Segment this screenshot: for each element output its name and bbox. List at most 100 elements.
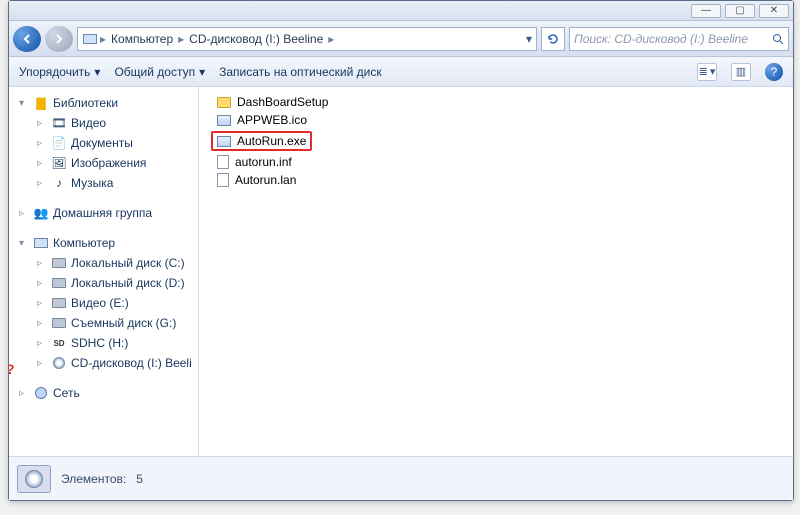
nav-label: Локальный диск (D:) bbox=[71, 276, 185, 290]
nav-homegroup[interactable]: ▹ 👥 Домашняя группа bbox=[9, 203, 198, 223]
search-input[interactable]: Поиск: CD-дисковод (I:) Beeline bbox=[569, 27, 789, 51]
expand-icon: ▹ bbox=[19, 388, 29, 399]
libraries-icon: ▇ bbox=[33, 95, 49, 111]
chevron-right-icon: ▸ bbox=[328, 32, 334, 46]
drive-icon bbox=[17, 465, 51, 493]
body: ▾ ▇ Библиотеки ▹ 🎞 Видео ▹ 📄 Документы ▹… bbox=[9, 87, 793, 456]
minimize-button[interactable]: — bbox=[691, 4, 721, 18]
file-name: autorun.inf bbox=[235, 155, 292, 169]
drive-icon bbox=[51, 315, 67, 331]
homegroup-icon: 👥 bbox=[33, 205, 49, 221]
collapse-icon: ▾ bbox=[19, 238, 29, 249]
nav-label: Видео bbox=[71, 116, 106, 130]
nav-label: Музыка bbox=[71, 176, 113, 190]
arrow-right-icon bbox=[53, 33, 65, 45]
explorer-window: — ▢ ✕ ▸ Компьютер ▸ CD-дисковод (I:) Bee… bbox=[8, 0, 794, 501]
status-count: 5 bbox=[136, 472, 143, 486]
music-icon: ♪ bbox=[51, 175, 67, 191]
help-button[interactable]: ? bbox=[765, 63, 783, 81]
expand-icon: ▹ bbox=[37, 338, 47, 349]
annotation-arrow-icon: ? bbox=[9, 361, 15, 377]
nav-music[interactable]: ▹ ♪ Музыка bbox=[9, 173, 198, 193]
nav-computer[interactable]: ▾ Компьютер bbox=[9, 233, 198, 253]
view-button[interactable]: ≣▾ bbox=[697, 63, 717, 81]
organize-button[interactable]: Упорядочить ▾ bbox=[19, 65, 100, 79]
expand-icon: ▹ bbox=[37, 318, 47, 329]
nav-video-e[interactable]: ▹ Видео (E:) bbox=[9, 293, 198, 313]
file-icon bbox=[217, 115, 231, 126]
file-item[interactable]: Autorun.lan bbox=[199, 171, 793, 189]
close-button[interactable]: ✕ bbox=[759, 4, 789, 18]
file-name: APPWEB.ico bbox=[237, 113, 307, 127]
back-button[interactable] bbox=[13, 26, 41, 52]
nav-label: Сеть bbox=[53, 386, 80, 400]
file-name: DashBoardSetup bbox=[237, 95, 328, 109]
folder-icon bbox=[217, 97, 231, 108]
refresh-icon bbox=[546, 32, 560, 46]
nav-pictures[interactable]: ▹ 🖼 Изображения bbox=[9, 153, 198, 173]
file-icon bbox=[217, 173, 229, 187]
nav-label: Компьютер bbox=[53, 236, 115, 250]
file-item[interactable]: APPWEB.ico bbox=[199, 111, 793, 129]
nav-label: Документы bbox=[71, 136, 133, 150]
nav-removable-g[interactable]: ▹ Съемный диск (G:) bbox=[9, 313, 198, 333]
expand-icon: ▹ bbox=[37, 298, 47, 309]
toolbar: Упорядочить ▾ Общий доступ ▾ Записать на… bbox=[9, 57, 793, 87]
help-icon: ? bbox=[771, 65, 778, 79]
view-icon: ≣ bbox=[699, 65, 708, 78]
nav-network[interactable]: ▹ Сеть bbox=[9, 383, 198, 403]
burn-button[interactable]: Записать на оптический диск bbox=[219, 65, 382, 79]
collapse-icon: ▾ bbox=[19, 98, 29, 109]
annotation-highlight: AutoRun.exe bbox=[211, 131, 312, 151]
breadcrumb-computer[interactable]: Компьютер bbox=[108, 32, 176, 46]
chevron-down-icon[interactable]: ▾ bbox=[526, 32, 532, 46]
computer-icon bbox=[33, 235, 49, 251]
share-button[interactable]: Общий доступ ▾ bbox=[114, 65, 205, 79]
nav-local-c[interactable]: ▹ Локальный диск (C:) bbox=[9, 253, 198, 273]
expand-icon: ▹ bbox=[37, 358, 47, 369]
nav-label: Домашняя группа bbox=[53, 206, 152, 220]
drive-icon bbox=[51, 255, 67, 271]
nav-bar: ▸ Компьютер ▸ CD-дисковод (I:) Beeline ▸… bbox=[9, 21, 793, 57]
organize-label: Упорядочить bbox=[19, 65, 90, 79]
file-item[interactable]: autorun.inf bbox=[199, 153, 793, 171]
status-label: Элементов: bbox=[61, 472, 126, 486]
drive-icon bbox=[51, 295, 67, 311]
cd-icon bbox=[51, 355, 67, 371]
arrow-left-icon bbox=[21, 33, 33, 45]
nav-label: SDHC (H:) bbox=[71, 336, 128, 350]
nav-pane[interactable]: ▾ ▇ Библиотеки ▹ 🎞 Видео ▹ 📄 Документы ▹… bbox=[9, 87, 199, 456]
file-name: AutoRun.exe bbox=[237, 134, 306, 148]
status-bar: Элементов: 5 bbox=[9, 456, 793, 500]
nav-label: Библиотеки bbox=[53, 96, 118, 110]
maximize-button[interactable]: ▢ bbox=[725, 4, 755, 18]
expand-icon: ▹ bbox=[37, 278, 47, 289]
file-icon bbox=[217, 136, 231, 147]
nav-libraries[interactable]: ▾ ▇ Библиотеки bbox=[9, 93, 198, 113]
file-list[interactable]: DashBoardSetup APPWEB.ico AutoRun.exe autor… bbox=[199, 87, 793, 456]
sd-icon: SD bbox=[51, 335, 67, 351]
file-item[interactable]: AutoRun.exe bbox=[199, 129, 793, 153]
nav-local-d[interactable]: ▹ Локальный диск (D:) bbox=[9, 273, 198, 293]
chevron-down-icon: ▾ bbox=[710, 65, 716, 78]
burn-label: Записать на оптический диск bbox=[219, 65, 382, 79]
nav-documents[interactable]: ▹ 📄 Документы bbox=[9, 133, 198, 153]
titlebar: — ▢ ✕ bbox=[9, 1, 793, 21]
expand-icon: ▹ bbox=[19, 208, 29, 219]
breadcrumb-current[interactable]: CD-дисковод (I:) Beeline bbox=[186, 32, 326, 46]
breadcrumb[interactable]: ▸ Компьютер ▸ CD-дисковод (I:) Beeline ▸… bbox=[77, 27, 537, 51]
preview-pane-button[interactable]: ▥ bbox=[731, 63, 751, 81]
panel-icon: ▥ bbox=[736, 65, 746, 78]
nav-video[interactable]: ▹ 🎞 Видео bbox=[9, 113, 198, 133]
file-item[interactable]: DashBoardSetup bbox=[199, 93, 793, 111]
nav-sdhc-h[interactable]: ▹ SD SDHC (H:) bbox=[9, 333, 198, 353]
search-placeholder: Поиск: CD-дисковод (I:) Beeline bbox=[574, 32, 748, 46]
nav-label: CD-дисковод (I:) Beeli bbox=[71, 356, 192, 370]
nav-cd-i[interactable]: ▹ CD-дисковод (I:) Beeli bbox=[9, 353, 198, 373]
refresh-button[interactable] bbox=[541, 27, 565, 51]
search-icon bbox=[772, 33, 784, 45]
chevron-right-icon: ▸ bbox=[178, 32, 184, 46]
expand-icon: ▹ bbox=[37, 138, 47, 149]
network-icon bbox=[33, 385, 49, 401]
forward-button[interactable] bbox=[45, 26, 73, 52]
